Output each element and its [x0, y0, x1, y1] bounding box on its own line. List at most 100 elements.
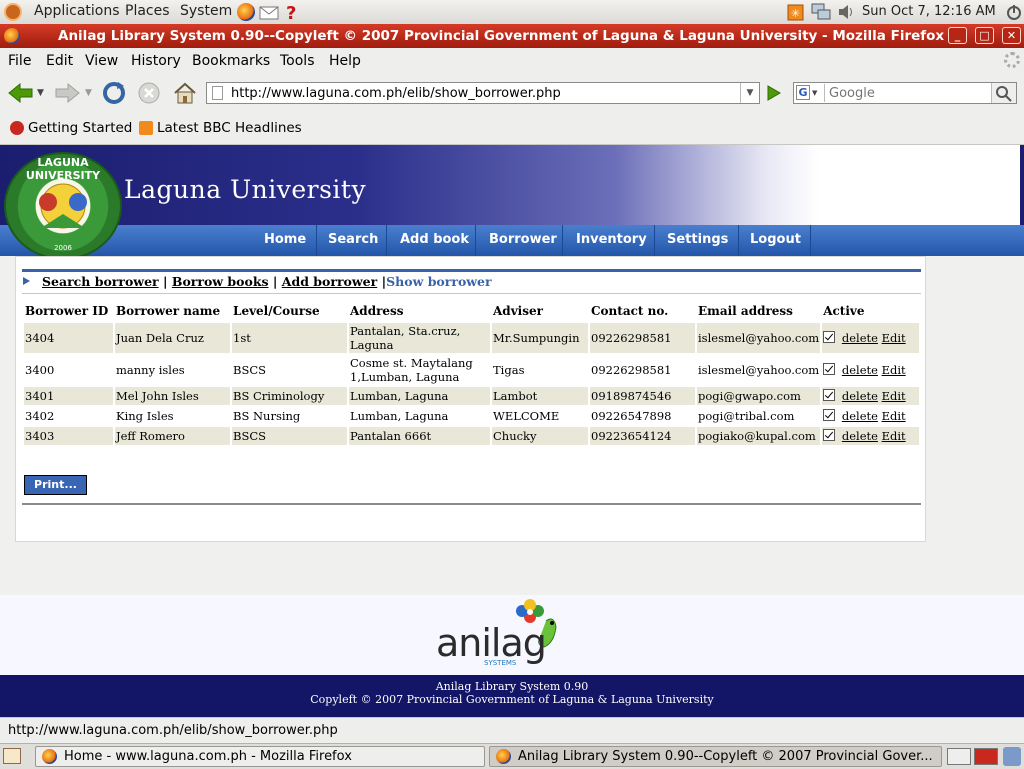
delete-link[interactable]: delete — [842, 409, 878, 423]
nav-settings[interactable]: Settings — [667, 232, 728, 247]
bookmark-getting-started[interactable]: Getting Started — [28, 120, 132, 136]
panel-menu-places[interactable]: Places — [125, 3, 170, 19]
panel-menu-system[interactable]: System — [180, 3, 232, 19]
panel-clock[interactable]: Sun Oct 7, 12:16 AM — [862, 4, 996, 19]
top-panel: Applications Places System ? ✳ Sun Oct 7… — [0, 0, 1024, 25]
cell-active: delete Edit — [822, 323, 920, 353]
url-bar[interactable]: http://www.laguna.com.ph/elib/show_borro… — [206, 82, 760, 104]
menu-file[interactable]: File — [8, 53, 31, 69]
maximize-button[interactable]: □ — [975, 27, 994, 44]
cell-address: Pantalan 666t — [349, 427, 490, 445]
google-engine-icon[interactable]: G — [796, 85, 810, 100]
url-text[interactable]: http://www.laguna.com.ph/elib/show_borro… — [231, 86, 561, 101]
cell-address: Cosme st. Maytalang 1,Lumban, Laguna — [350, 356, 473, 384]
back-icon[interactable] — [6, 80, 36, 110]
table-header-row: Borrower ID Borrower name Level/Course A… — [24, 301, 919, 321]
link-show-borrower[interactable]: Show borrower — [386, 274, 491, 289]
search-bar[interactable]: G ▼ — [793, 82, 1017, 104]
edit-link[interactable]: Edit — [882, 331, 906, 345]
link-borrow-books[interactable]: Borrow books — [172, 274, 269, 289]
taskbar-item-home[interactable]: Home - www.laguna.com.ph - Mozilla Firef… — [35, 746, 485, 767]
taskbar-item-anilag[interactable]: Anilag Library System 0.90--Copyleft © 2… — [489, 746, 942, 767]
active-checkbox[interactable] — [823, 363, 836, 375]
active-checkbox[interactable] — [823, 429, 836, 441]
svg-text:?: ? — [286, 3, 296, 22]
nav-home[interactable]: Home — [264, 232, 306, 247]
nav-search[interactable]: Search — [328, 232, 378, 247]
delete-link[interactable]: delete — [842, 363, 878, 377]
column-header: Adviser — [493, 304, 543, 318]
edit-link[interactable]: Edit — [882, 363, 906, 377]
edit-link[interactable]: Edit — [882, 389, 906, 403]
window-titlebar[interactable]: Anilag Library System 0.90--Copyleft © 2… — [0, 24, 1024, 48]
menu-tools[interactable]: Tools — [280, 53, 315, 69]
help-launcher-icon[interactable]: ? — [282, 2, 302, 24]
bookmark-bbc-headlines[interactable]: Latest BBC Headlines — [157, 120, 302, 136]
trash-icon[interactable] — [1003, 747, 1021, 766]
table-row: 3402 King Isles BS Nursing Lumban, Lagun… — [24, 407, 919, 425]
link-search-borrower[interactable]: Search borrower — [42, 274, 159, 289]
update-notifier-icon[interactable]: ✳ — [786, 2, 806, 22]
delete-link[interactable]: delete — [842, 429, 878, 443]
table-row: 3400 manny isles BSCS Cosme st. Maytalan… — [24, 355, 919, 385]
cell-email: pogi@gwapo.com — [697, 387, 821, 405]
firefox-launcher-icon[interactable] — [237, 3, 255, 21]
taskbar-item-label: Home - www.laguna.com.ph - Mozilla Firef… — [64, 749, 352, 764]
url-dropdown-icon[interactable]: ▼ — [740, 83, 759, 103]
show-desktop-icon[interactable] — [3, 748, 21, 764]
cell-adviser: Mr.Sumpungin — [492, 323, 588, 353]
go-icon[interactable] — [763, 83, 783, 107]
network-icon[interactable] — [810, 2, 831, 22]
nav-inventory[interactable]: Inventory — [576, 232, 647, 247]
stop-icon[interactable] — [136, 80, 162, 110]
cell-borrower-name: Juan Dela Cruz — [115, 323, 230, 353]
back-dropdown-icon[interactable]: ▼ — [37, 88, 44, 98]
search-go-icon[interactable] — [991, 83, 1016, 103]
firefox-window-icon[interactable] — [4, 28, 20, 44]
engine-dropdown-icon[interactable]: ▼ — [812, 89, 817, 97]
volume-icon[interactable] — [836, 2, 856, 22]
forward-dropdown-icon[interactable]: ▼ — [85, 88, 92, 98]
ubuntu-logo-icon[interactable] — [4, 3, 22, 21]
edit-link[interactable]: Edit — [882, 429, 906, 443]
minimize-button[interactable]: _ — [948, 27, 967, 44]
search-input[interactable] — [824, 84, 988, 102]
borrower-table: Borrower ID Borrower name Level/Course A… — [22, 299, 921, 447]
active-checkbox[interactable] — [823, 389, 836, 401]
menu-history[interactable]: History — [131, 53, 181, 69]
link-add-borrower[interactable]: Add borrower — [282, 274, 377, 289]
nav-separator — [475, 225, 476, 256]
cell-active: delete Edit — [822, 427, 920, 445]
workspace-1[interactable] — [947, 748, 971, 765]
menu-bookmarks[interactable]: Bookmarks — [192, 53, 270, 69]
home-icon[interactable] — [172, 80, 198, 110]
nav-add-book[interactable]: Add book — [400, 232, 469, 247]
print-button[interactable]: Print... — [24, 475, 87, 495]
anilag-brand-sub: SYSTEMS — [484, 659, 517, 667]
nav-logout[interactable]: Logout — [750, 232, 801, 247]
close-button[interactable]: ✕ — [1002, 27, 1021, 44]
active-checkbox[interactable] — [823, 331, 836, 343]
cell-contact: 09226547898 — [591, 409, 672, 423]
nav-borrower[interactable]: Borrower — [489, 232, 557, 247]
menu-view[interactable]: View — [85, 53, 118, 69]
cell-course: BSCS — [232, 427, 347, 445]
delete-link[interactable]: delete — [842, 389, 878, 403]
menu-edit[interactable]: Edit — [46, 53, 73, 69]
workspace-2[interactable] — [974, 748, 998, 765]
firefox-task-icon — [42, 749, 57, 764]
cell-borrower-name: Mel John Isles — [115, 387, 230, 405]
panel-menu-applications[interactable]: Applications — [34, 3, 120, 19]
menu-help[interactable]: Help — [329, 53, 361, 69]
nav-separator — [316, 225, 317, 256]
mail-launcher-icon[interactable] — [259, 2, 279, 22]
delete-link[interactable]: delete — [842, 331, 878, 345]
logout-icon[interactable] — [1004, 2, 1024, 22]
reload-icon[interactable] — [101, 80, 127, 110]
forward-icon[interactable] — [52, 80, 82, 110]
column-header: Borrower name — [116, 304, 221, 318]
active-checkbox[interactable] — [823, 409, 836, 421]
footer-line-2: Copyleft © 2007 Provincial Government of… — [310, 693, 714, 706]
edit-link[interactable]: Edit — [882, 409, 906, 423]
borrower-subnav: Search borrower | Borrow books | Add bor… — [23, 274, 492, 289]
